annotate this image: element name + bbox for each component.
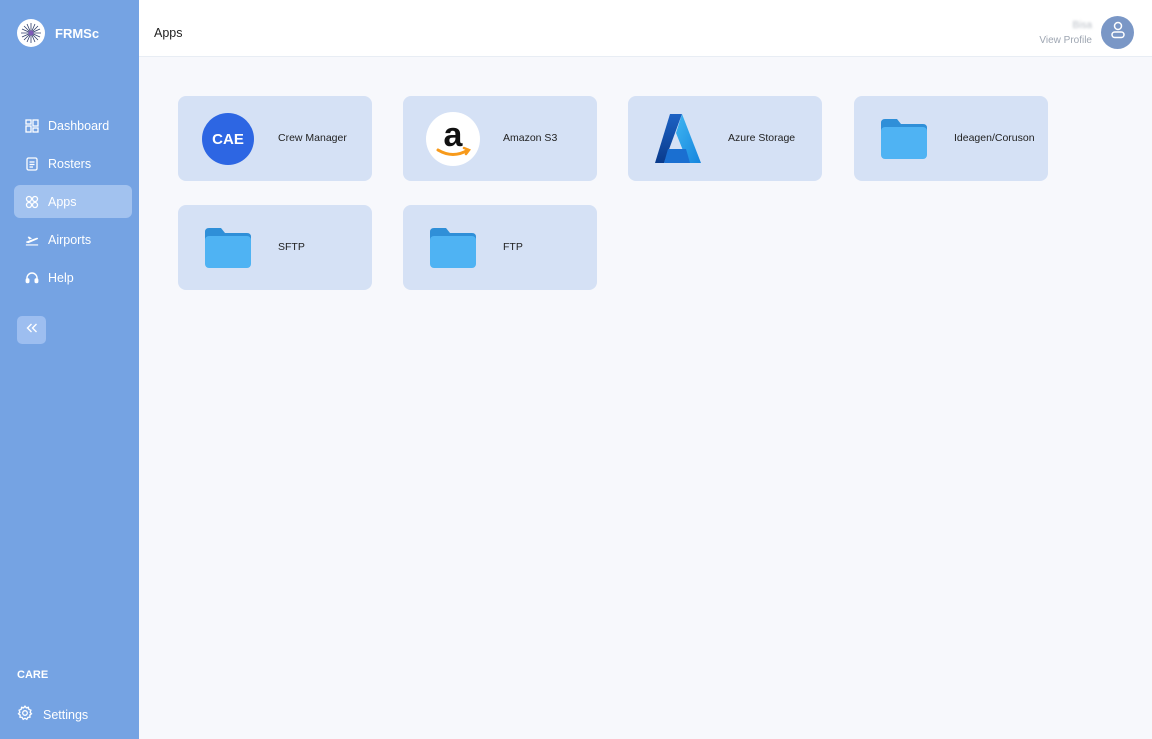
dashboard-icon (25, 118, 39, 133)
amazon-logo-icon: a (426, 112, 480, 166)
folder-icon (877, 112, 931, 166)
collapse-sidebar-button[interactable] (17, 316, 46, 344)
app-card-azure-storage[interactable]: Azure Storage (628, 96, 822, 181)
app-card-label: Amazon S3 (503, 132, 558, 144)
profile-area[interactable]: Bisa View Profile (1039, 16, 1134, 49)
sidebar-item-rosters[interactable]: Rosters (14, 147, 132, 180)
app-card-label: Azure Storage (728, 132, 796, 144)
document-icon (25, 156, 39, 171)
app-card-label: FTP (503, 241, 523, 253)
app-card-sftp[interactable]: SFTP (178, 205, 372, 290)
sidebar-item-help[interactable]: Help (14, 261, 132, 294)
gear-icon (17, 705, 43, 724)
azure-logo-icon (651, 112, 705, 166)
brand-logo-icon (17, 19, 45, 47)
sidebar-item-label: Airports (48, 232, 92, 247)
app-card-label: Crew Manager (278, 132, 347, 144)
app-card-label: SFTP (278, 241, 305, 253)
top-header: Apps Bisa View Profile (139, 0, 1152, 57)
apps-icon (25, 195, 39, 209)
main-content: CAE Crew Manager a Amazon S3 Azure Stora… (139, 57, 1152, 739)
sidebar-item-label: Rosters (48, 156, 92, 171)
sidebar-item-dashboard[interactable]: Dashboard (14, 109, 132, 142)
profile-name: Bisa (1072, 19, 1092, 31)
brand[interactable]: FRMSc (17, 19, 99, 47)
profile-text: Bisa View Profile (1039, 20, 1092, 46)
sidebar-item-label: Apps (48, 194, 77, 209)
folder-icon (201, 221, 255, 275)
app-card-crew-manager[interactable]: CAE Crew Manager (178, 96, 372, 181)
app-card-ideagen-coruson[interactable]: Ideagen/Coruson (854, 96, 1048, 181)
sidebar-item-label: Help (48, 270, 74, 285)
page-title: Apps (154, 26, 183, 40)
brand-name: FRMSc (55, 25, 100, 41)
section-label-care: CARE (17, 669, 49, 681)
folder-icon (426, 221, 480, 275)
cae-logo-text: CAE (212, 131, 244, 148)
user-icon (1110, 21, 1126, 44)
amazon-logo-text: a (444, 116, 464, 154)
sidebar-item-airports[interactable]: Airports (14, 223, 132, 256)
view-profile-link[interactable]: View Profile (1039, 35, 1092, 46)
settings-label: Settings (43, 707, 89, 722)
airplane-icon (25, 233, 39, 247)
app-window: FRMSc Dashboard Rosters Apps Airports He… (0, 0, 1152, 739)
app-card-ftp[interactable]: FTP (403, 205, 597, 290)
app-card-label: Ideagen/Coruson (954, 132, 1035, 144)
app-card-amazon-s3[interactable]: a Amazon S3 (403, 96, 597, 181)
headset-icon (25, 271, 39, 285)
avatar[interactable] (1101, 16, 1134, 49)
sidebar: FRMSc Dashboard Rosters Apps Airports He… (0, 0, 139, 739)
double-chevron-left-icon (25, 321, 39, 339)
sidebar-item-settings[interactable]: Settings (17, 705, 88, 724)
sidebar-item-apps[interactable]: Apps (14, 185, 132, 218)
sidebar-nav: Dashboard Rosters Apps Airports Help (14, 109, 132, 299)
sidebar-item-label: Dashboard (48, 118, 110, 133)
cae-logo-icon: CAE (201, 112, 255, 166)
